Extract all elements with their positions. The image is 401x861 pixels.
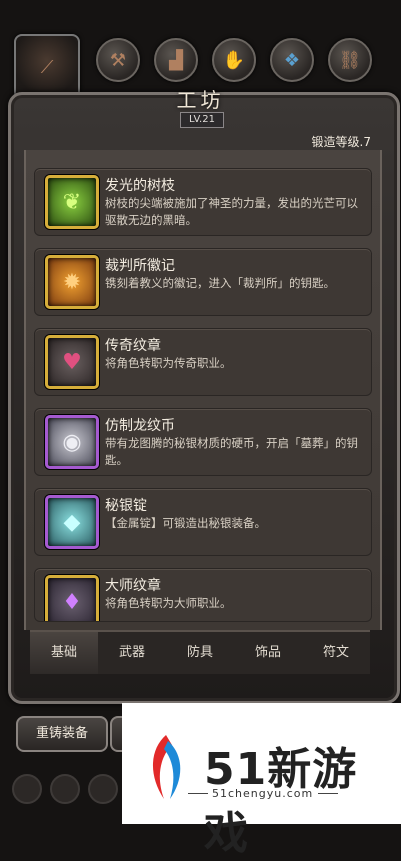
boots-icon: ▟ <box>169 49 183 71</box>
category-tab-chain[interactable]: ⛓ <box>328 38 372 82</box>
menu-dot[interactable] <box>50 774 80 804</box>
tab-armor[interactable]: 防具 <box>166 632 234 674</box>
item-name: 仿制龙纹币 <box>105 418 175 434</box>
item-desc: 将角色转职为传奇职业。 <box>105 356 232 370</box>
watermark-logo-icon <box>152 735 181 799</box>
tab-basic[interactable]: 基础 <box>30 632 98 674</box>
tab-accessory[interactable]: 饰品 <box>234 632 302 674</box>
item-desc: 镌刻着教义的徽记，进入「裁判所」的钥匙。 <box>105 276 335 290</box>
item-name: 大师纹章 <box>105 578 161 594</box>
chain-icon: ⛓ <box>338 49 362 71</box>
list-item[interactable]: ✹ 裁判所徽记 镌刻着教义的徽记，进入「裁判所」的钥匙。 <box>34 248 372 316</box>
divider <box>188 793 208 794</box>
master-crest-icon: ♦ <box>45 575 99 621</box>
forge-level-label: 锻造等级.7 <box>311 135 371 149</box>
item-name: 裁判所徽记 <box>105 258 175 274</box>
menu-dot[interactable] <box>88 774 118 804</box>
item-name: 发光的树枝 <box>105 178 175 194</box>
list-item[interactable]: ❦ 发光的树枝 树枝的尖端被施加了神圣的力量，发出的光芒可以驱散无边的黑暗。 <box>34 168 372 236</box>
category-tab-gauntlet[interactable]: ✋ <box>212 38 256 82</box>
recast-equipment-button[interactable]: 重铸装备 <box>16 716 108 752</box>
dragon-coin-icon: ◉ <box>45 415 99 469</box>
item-desc: 将角色转职为大师职业。 <box>105 596 232 610</box>
hammer-icon: ⚒ <box>109 49 127 71</box>
item-name: 秘银锭 <box>105 498 147 514</box>
item-desc: 【金属锭】可锻造出秘银装备。 <box>105 516 266 530</box>
tab-bar: 基础 武器 防具 饰品 符文 <box>30 630 370 674</box>
category-tab-wing[interactable]: ❖ <box>270 38 314 82</box>
list-item[interactable]: ◆ 秘银锭 【金属锭】可锻造出秘银装备。 <box>34 488 372 556</box>
workshop-level-badge: LV.21 <box>180 112 224 128</box>
legend-crest-icon: ♥ <box>45 335 99 389</box>
menu-dot[interactable] <box>12 774 42 804</box>
watermark: 51新游戏 51chengyu.com <box>122 703 401 859</box>
watermark-url: 51chengyu.com <box>212 787 314 800</box>
list-item[interactable]: ♥ 传奇纹章 将角色转职为传奇职业。 <box>34 328 372 396</box>
tab-weapon[interactable]: 武器 <box>98 632 166 674</box>
glowing-branch-icon: ❦ <box>45 175 99 229</box>
wing-icon: ❖ <box>283 49 301 71</box>
list-item[interactable]: ◉ 仿制龙纹币 带有龙图腾的秘银材质的硬币，开启「墓葬」的钥匙。 <box>34 408 372 476</box>
category-tab-boots[interactable]: ▟ <box>154 38 198 82</box>
gauntlet-icon: ✋ <box>222 49 246 71</box>
page-title: 工坊 <box>176 88 225 112</box>
inquisition-emblem-icon: ✹ <box>45 255 99 309</box>
category-tab-hammer[interactable]: ⚒ <box>96 38 140 82</box>
item-name: 传奇纹章 <box>105 338 161 354</box>
mithril-ingot-icon: ◆ <box>45 495 99 549</box>
item-desc: 树枝的尖端被施加了神圣的力量，发出的光芒可以驱散无边的黑暗。 <box>105 196 358 227</box>
item-desc: 带有龙图腾的秘银材质的硬币，开启「墓葬」的钥匙。 <box>105 436 358 467</box>
tab-rune[interactable]: 符文 <box>302 632 370 674</box>
divider <box>318 793 338 794</box>
list-item[interactable]: ♦ 大师纹章 将角色转职为大师职业。 <box>34 568 372 622</box>
